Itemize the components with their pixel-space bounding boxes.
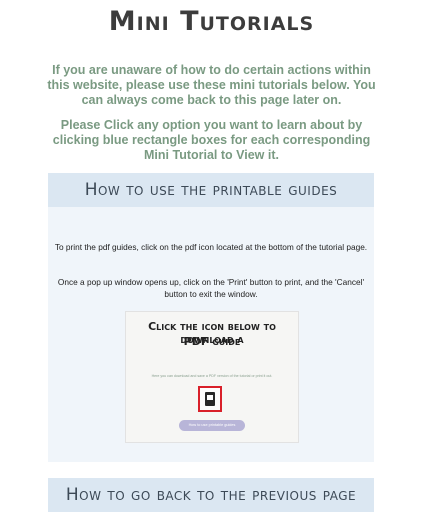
tutorial-printable-guides-button[interactable]: How to use the printable guides (48, 173, 374, 207)
tutorial-text: Once a pop up window opens up, click on … (57, 277, 365, 299)
instruction-text: Please Click any option you want to lear… (52, 118, 371, 162)
page-title: Mini Tutorials (108, 6, 315, 37)
tutorial-label: How to use the printable guides (84, 180, 338, 200)
intro-text: If you are unaware of how to do certain … (47, 63, 376, 107)
tutorial-screenshot-image: Click the icon below to download a PDF g… (125, 311, 299, 443)
tutorial-label: How to go back to the previous page (65, 485, 357, 505)
image-button: How to use printable guides (179, 420, 245, 431)
tutorial-text: To print the pdf guides, click on the pd… (54, 242, 368, 252)
tutorial-previous-page-button[interactable]: How to go back to the previous page (48, 478, 374, 512)
pdf-highlight-box (198, 386, 222, 412)
image-heading: PDF guide (183, 335, 241, 348)
image-caption: Here you can download and save a PDF ver… (151, 374, 273, 378)
tutorial-panel-printable-guides: To print the pdf guides, click on the pd… (48, 207, 374, 462)
pdf-icon (205, 392, 215, 406)
